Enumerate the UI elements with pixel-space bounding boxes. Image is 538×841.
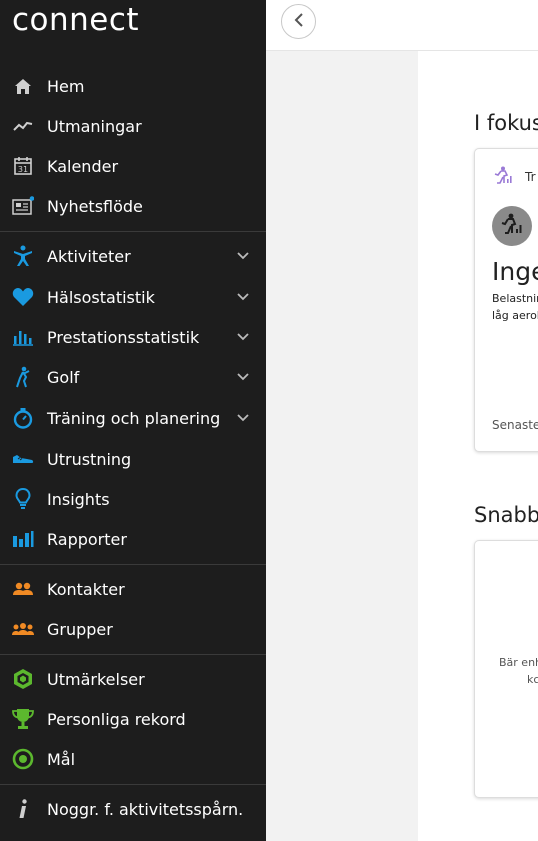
chevron-down-icon[interactable]	[236, 330, 250, 344]
quick-card-text-line: kc	[527, 673, 538, 686]
training-person-icon	[500, 213, 524, 239]
sidebar-item-personal-records[interactable]: Personliga rekord	[0, 699, 266, 739]
sidebar-item-label: Träning och planering	[47, 408, 221, 428]
sidebar-item-challenges[interactable]: Utmaningar	[0, 106, 266, 146]
newsfeed-icon	[12, 195, 34, 217]
sidebar-item-label: Kalender	[47, 156, 119, 176]
target-icon	[12, 748, 34, 770]
contacts-icon	[12, 578, 34, 600]
sidebar-item-home[interactable]: Hem	[0, 66, 266, 106]
sidebar-item-contacts[interactable]: Kontakter	[0, 569, 266, 609]
quick-card-text: Bär enh kc	[499, 654, 538, 688]
focus-card[interactable]: Tr Inge Belastnir låg aerol Senaste	[474, 148, 538, 452]
sidebar-item-label: Mål	[47, 749, 76, 769]
sidebar-item-insights[interactable]: Insights	[0, 479, 266, 519]
quick-card-text-line: Bär enh	[499, 656, 538, 669]
lightbulb-icon	[12, 488, 34, 510]
sidebar-item-goals[interactable]: Mål	[0, 739, 266, 779]
sidebar-item-label: Golf	[47, 367, 80, 387]
reports-icon	[12, 528, 34, 550]
quick-section-title: Snabb	[474, 503, 538, 527]
sidebar-item-label: Utmärkelser	[47, 669, 145, 689]
top-bar	[266, 0, 538, 51]
calendar-icon: 31	[12, 155, 34, 177]
sidebar-item-calendar[interactable]: 31 Kalender	[0, 146, 266, 186]
chevron-down-icon[interactable]	[236, 249, 250, 263]
sidebar-item-health-stats[interactable]: Hälsostatistik	[0, 277, 266, 317]
activities-icon	[12, 245, 34, 267]
training-status-icon	[492, 166, 514, 188]
chevron-left-icon	[294, 12, 304, 31]
focus-card-label: Tr	[525, 170, 536, 184]
app-logo[interactable]: connect	[12, 2, 139, 38]
chevron-down-icon[interactable]	[236, 370, 250, 384]
sidebar-item-activities[interactable]: Aktiviteter	[0, 236, 266, 276]
sidebar-item-label: Grupper	[47, 619, 113, 639]
sidebar-item-gear[interactable]: Utrustning	[0, 439, 266, 479]
sidebar-item-tracking-accuracy[interactable]: Noggr. f. aktivitetsspårn.	[0, 789, 266, 829]
sidebar-item-badges[interactable]: Utmärkelser	[0, 659, 266, 699]
focus-card-description-line: Belastnir	[492, 292, 538, 305]
focus-card-description-line: låg aerol	[492, 309, 538, 322]
challenges-icon	[12, 115, 34, 137]
performance-stats-icon	[12, 326, 34, 348]
sidebar-item-label: Utrustning	[47, 449, 132, 469]
trophy-icon	[12, 708, 34, 730]
sidebar-divider	[0, 654, 266, 655]
sidebar-item-groups[interactable]: Grupper	[0, 609, 266, 649]
focus-card-description: Belastnir låg aerol	[492, 290, 538, 324]
sidebar-item-newsfeed[interactable]: Nyhetsflöde	[0, 186, 266, 226]
focus-section-title: I fokus	[474, 111, 538, 135]
sidebar-item-label: Prestationsstatistik	[47, 327, 200, 347]
sidebar-item-reports[interactable]: Rapporter	[0, 519, 266, 559]
sidebar-item-label: Aktiviteter	[47, 246, 131, 266]
sidebar-item-label: Utmaningar	[47, 116, 142, 136]
svg-text:31: 31	[18, 165, 28, 174]
info-icon	[12, 798, 34, 820]
collapse-sidebar-button[interactable]	[281, 4, 316, 39]
chevron-down-icon[interactable]	[236, 290, 250, 304]
focus-card-latest: Senaste	[492, 418, 538, 432]
sidebar-divider	[0, 231, 266, 232]
page-gutter	[266, 51, 418, 841]
chevron-down-icon[interactable]	[236, 411, 250, 425]
training-status-badge	[492, 206, 532, 246]
sidebar-item-label: Kontakter	[47, 579, 125, 599]
sidebar-item-label: Nyhetsflöde	[47, 196, 143, 216]
sidebar-item-label: Noggr. f. aktivitetsspårn.	[47, 799, 244, 819]
groups-icon	[12, 618, 34, 640]
sidebar-item-performance-stats[interactable]: Prestationsstatistik	[0, 317, 266, 357]
main-content: I fokus Tr Inge Belastnir låg aerol Sena…	[418, 51, 538, 841]
golf-icon	[12, 366, 34, 388]
home-icon	[12, 75, 34, 97]
sidebar-item-training-planning[interactable]: Träning och planering	[0, 398, 266, 438]
sidebar-item-label: Rapporter	[47, 529, 127, 549]
sidebar-item-label: Hem	[47, 76, 85, 96]
quick-card[interactable]: Bär enh kc	[474, 540, 538, 798]
sidebar-item-label: Personliga rekord	[47, 709, 186, 729]
shoe-icon	[12, 448, 34, 470]
sidebar-divider	[0, 784, 266, 785]
sidebar: connect Hem Utmaningar 31 Kalender Nyhet…	[0, 0, 266, 841]
sidebar-item-golf[interactable]: Golf	[0, 357, 266, 397]
sidebar-divider	[0, 564, 266, 565]
sidebar-item-label: Insights	[47, 489, 110, 509]
heart-icon	[12, 286, 34, 308]
sidebar-item-label: Hälsostatistik	[47, 287, 155, 307]
focus-card-status: Inge	[492, 257, 538, 286]
stopwatch-icon	[12, 407, 34, 429]
badge-icon	[12, 668, 34, 690]
